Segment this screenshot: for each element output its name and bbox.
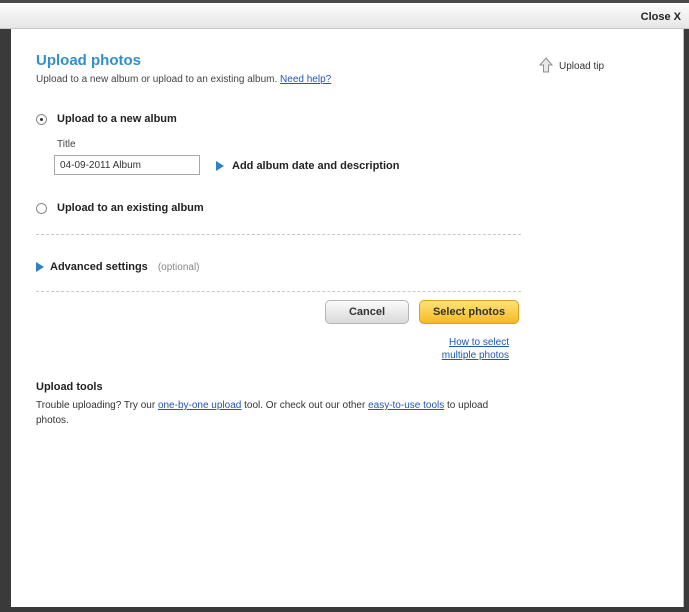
subtitle-text: Upload to a new album or upload to an ex… [36,74,278,85]
upload-tools-text: Trouble uploading? Try our one-by-one up… [36,398,506,428]
top-strip [0,0,689,3]
upload-tools-heading: Upload tools [36,381,103,393]
up-arrow-icon [538,57,554,76]
tools-text-2: tool. Or check out our other [241,400,369,411]
top-bar: Close X [0,0,689,29]
dialog-title: Upload photos [36,52,141,69]
close-button[interactable]: Close X [641,11,681,23]
radio-new-album[interactable] [36,113,47,125]
existing-album-label: Upload to an existing album [57,202,204,214]
easy-to-use-tools-link[interactable]: easy-to-use tools [368,400,444,411]
tools-text-1: Trouble uploading? Try our [36,400,158,411]
upload-tip-label: Upload tip [559,61,605,72]
title-label: Title [57,139,76,150]
divider [36,234,521,235]
option-new-album[interactable]: Upload to a new album [36,113,177,125]
upload-tip[interactable]: Upload tip [538,57,605,76]
one-by-one-upload-link[interactable]: one-by-one upload [158,400,241,411]
how-to-line-2: multiple photos [441,350,509,361]
option-existing-album[interactable]: Upload to an existing album [36,202,204,214]
divider [36,291,521,292]
radio-existing-album[interactable] [36,202,47,214]
select-photos-button[interactable]: Select photos [419,300,519,324]
how-to-select-link[interactable]: How to select multiple photos [429,336,509,362]
album-title-input[interactable] [54,155,200,175]
add-details-label: Add album date and description [232,160,400,172]
expand-arrow-icon [216,161,224,171]
upload-dialog: Upload photos Upload to a new album or u… [11,29,684,607]
need-help-link[interactable]: Need help? [280,74,331,85]
add-album-details-toggle[interactable]: Add album date and description [216,160,399,172]
advanced-settings-label: Advanced settings [50,261,148,273]
advanced-settings-hint: (optional) [157,261,200,273]
dialog-subtitle: Upload to a new album or upload to an ex… [36,74,331,85]
advanced-settings-toggle[interactable]: Advanced settings (optional) [36,261,200,273]
how-to-line-1: How to select [448,337,509,348]
new-album-label: Upload to a new album [57,113,177,125]
expand-arrow-icon [36,262,44,272]
cancel-button[interactable]: Cancel [325,300,409,324]
